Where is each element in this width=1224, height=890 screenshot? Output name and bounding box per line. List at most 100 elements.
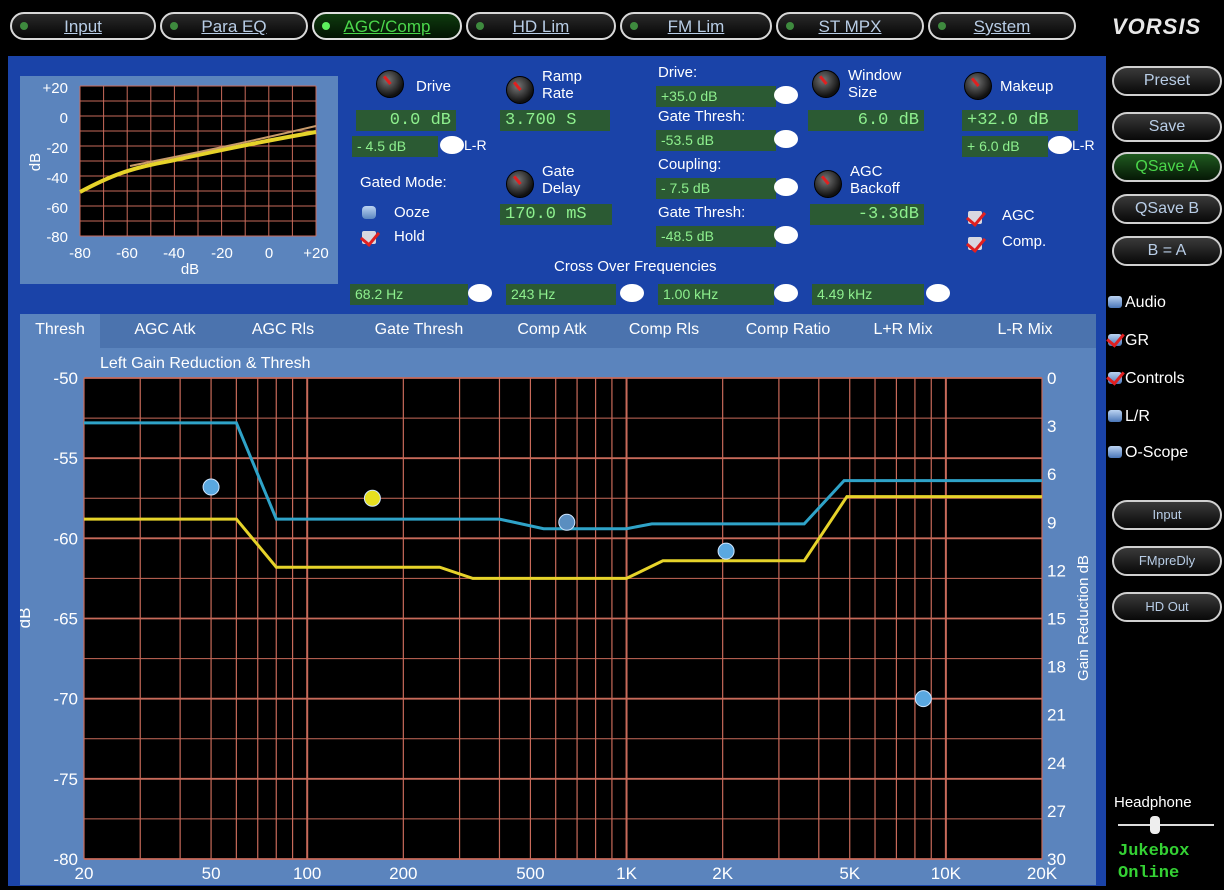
hold-checkbox[interactable] xyxy=(362,231,376,244)
hd-out-button[interactable]: HD Out xyxy=(1112,592,1222,622)
agc-checkbox[interactable] xyxy=(968,211,982,224)
lr-toggle[interactable]: L/R xyxy=(1108,408,1150,426)
b-equals-a-button[interactable]: B = A xyxy=(1112,236,1222,266)
crossover-3-toggle[interactable] xyxy=(774,284,798,302)
transfer-curve-svg: +20 0 -20 -40 -60 -80 -80 -60 -40 -20 0 … xyxy=(27,80,329,278)
drive-value[interactable]: 0.0 dB xyxy=(356,110,456,131)
tab-comp-atk[interactable]: Comp Atk xyxy=(500,314,604,348)
fmpredly-button[interactable]: FMpreDly xyxy=(1112,546,1222,576)
band-marker xyxy=(558,513,576,531)
tab-thresh[interactable]: Thresh xyxy=(20,314,100,348)
gr-toggle[interactable]: GR xyxy=(1108,332,1149,350)
headphone-slider-handle[interactable] xyxy=(1150,816,1160,834)
crossover-3-value[interactable]: 1.00 kHz xyxy=(658,284,774,305)
status-line-2: Online xyxy=(1118,864,1180,883)
tab-input[interactable]: Input xyxy=(10,12,156,40)
tab-para-eq[interactable]: Para EQ xyxy=(160,12,308,40)
crossover-1-toggle[interactable] xyxy=(468,284,492,302)
tab-st-mpx[interactable]: ST MPX xyxy=(776,12,924,40)
window-size-value[interactable]: 6.0 dB xyxy=(808,110,924,131)
preset-button[interactable]: Preset xyxy=(1112,66,1222,96)
ramp-rate-label-1: Ramp xyxy=(542,68,583,85)
mini-y-tick: -80 xyxy=(46,229,68,246)
qsave-b-button[interactable]: QSave B xyxy=(1112,194,1222,224)
gate-thresh2-label: Gate Thresh: xyxy=(658,204,746,221)
mini-y-tick: +20 xyxy=(43,80,68,97)
crossover-2-value[interactable]: 243 Hz xyxy=(506,284,616,305)
tab-comp-ratio[interactable]: Comp Ratio xyxy=(726,314,850,348)
makeup-knob[interactable] xyxy=(964,72,992,100)
ramp-rate-knob[interactable] xyxy=(506,76,534,104)
makeup-label: Makeup xyxy=(1000,78,1054,95)
tab-agc-comp[interactable]: AGC/Comp xyxy=(312,12,462,40)
tab-agc-rls[interactable]: AGC Rls xyxy=(238,314,328,348)
x-tick-label: 1K xyxy=(616,864,637,883)
drive-label: Drive xyxy=(416,78,452,95)
gate-thresh1-toggle[interactable] xyxy=(774,130,798,148)
gated-mode-label: Gated Mode: xyxy=(360,174,447,191)
drive-lr-toggle[interactable] xyxy=(440,136,464,154)
makeup-value[interactable]: +32.0 dB xyxy=(962,110,1078,131)
crossover-4-toggle[interactable] xyxy=(926,284,950,302)
crossover-1-value[interactable]: 68.2 Hz xyxy=(350,284,468,305)
tab-system[interactable]: System xyxy=(928,12,1076,40)
coupling-toggle[interactable] xyxy=(774,178,798,196)
drive2-toggle[interactable] xyxy=(774,86,798,104)
save-button[interactable]: Save xyxy=(1112,112,1222,142)
y2-tick-label: 30 xyxy=(1047,850,1066,869)
tab-lr-mix-sum[interactable]: L+R Mix xyxy=(860,314,946,348)
drive2-value[interactable]: +35.0 dB xyxy=(656,86,776,107)
makeup-lr-toggle[interactable] xyxy=(1048,136,1072,154)
tab-fm-lim[interactable]: FM Lim xyxy=(620,12,772,40)
input-button[interactable]: Input xyxy=(1112,500,1222,530)
gate-thresh2-toggle[interactable] xyxy=(774,226,798,244)
drive-lr-value[interactable]: - 4.5 dB xyxy=(352,136,438,157)
oscope-toggle[interactable]: O-Scope xyxy=(1108,444,1188,462)
mini-y-tick: -40 xyxy=(46,170,68,187)
drive-knob[interactable] xyxy=(376,70,404,98)
y2-tick-label: 21 xyxy=(1047,706,1066,725)
controls-toggle[interactable]: Controls xyxy=(1108,370,1185,388)
x-tick-label: 10K xyxy=(931,864,962,883)
comp-checkbox-label: Comp. xyxy=(1002,233,1047,250)
y2-axis-label: Gain Reduction dB xyxy=(1075,555,1092,681)
chart-title: Left Gain Reduction & Thresh xyxy=(100,355,311,372)
y2-tick-label: 6 xyxy=(1047,465,1056,484)
crossover-4-value[interactable]: 4.49 kHz xyxy=(812,284,924,305)
y2-tick-label: 12 xyxy=(1047,561,1066,580)
tab-hd-lim[interactable]: HD Lim xyxy=(466,12,616,40)
headphone-slider-track[interactable] xyxy=(1118,824,1214,826)
tab-comp-rls[interactable]: Comp Rls xyxy=(614,314,714,348)
vorsis-logo: VORSIS xyxy=(1112,14,1202,39)
audio-label: Audio xyxy=(1125,294,1166,311)
crossover-2-toggle[interactable] xyxy=(620,284,644,302)
window-size-knob[interactable] xyxy=(812,70,840,98)
qsave-a-button[interactable]: QSave A xyxy=(1112,152,1222,182)
gate-delay-value[interactable]: 170.0 mS xyxy=(500,204,612,225)
band-marker xyxy=(363,489,381,507)
hold-label: Hold xyxy=(394,228,425,245)
mini-x-tick: -20 xyxy=(211,245,233,262)
agc-backoff-value[interactable]: -3.3dB xyxy=(810,204,924,225)
agc-backoff-knob[interactable] xyxy=(814,170,842,198)
gate-delay-knob[interactable] xyxy=(506,170,534,198)
tab-gate-thresh[interactable]: Gate Thresh xyxy=(354,314,484,348)
window-size-label-1: Window xyxy=(848,67,902,84)
audio-toggle[interactable]: Audio xyxy=(1108,294,1166,312)
y2-tick-label: 18 xyxy=(1047,658,1066,677)
ooze-label: Ooze xyxy=(394,204,430,221)
makeup-lr-value[interactable]: + 6.0 dB xyxy=(962,136,1048,157)
tab-lr-mix-diff[interactable]: L-R Mix xyxy=(980,314,1070,348)
coupling-value[interactable]: - 7.5 dB xyxy=(656,178,776,199)
gain-reduction-svg: Left Gain Reduction & Thresh 20 50 100 200 5… xyxy=(15,355,1092,883)
coupling-label: Coupling: xyxy=(658,156,722,173)
gate-thresh1-value[interactable]: -53.5 dB xyxy=(656,130,776,151)
comp-checkbox[interactable] xyxy=(968,237,982,250)
lr-checkbox-icon xyxy=(1108,410,1122,422)
ramp-rate-value[interactable]: 3.700 S xyxy=(500,110,610,131)
y-axis-label: dB xyxy=(20,608,34,629)
gate-thresh2-value[interactable]: -48.5 dB xyxy=(656,226,776,247)
tab-agc-atk[interactable]: AGC Atk xyxy=(120,314,210,348)
y2-tick-label: 0 xyxy=(1047,369,1056,388)
ooze-radio[interactable] xyxy=(362,206,376,219)
